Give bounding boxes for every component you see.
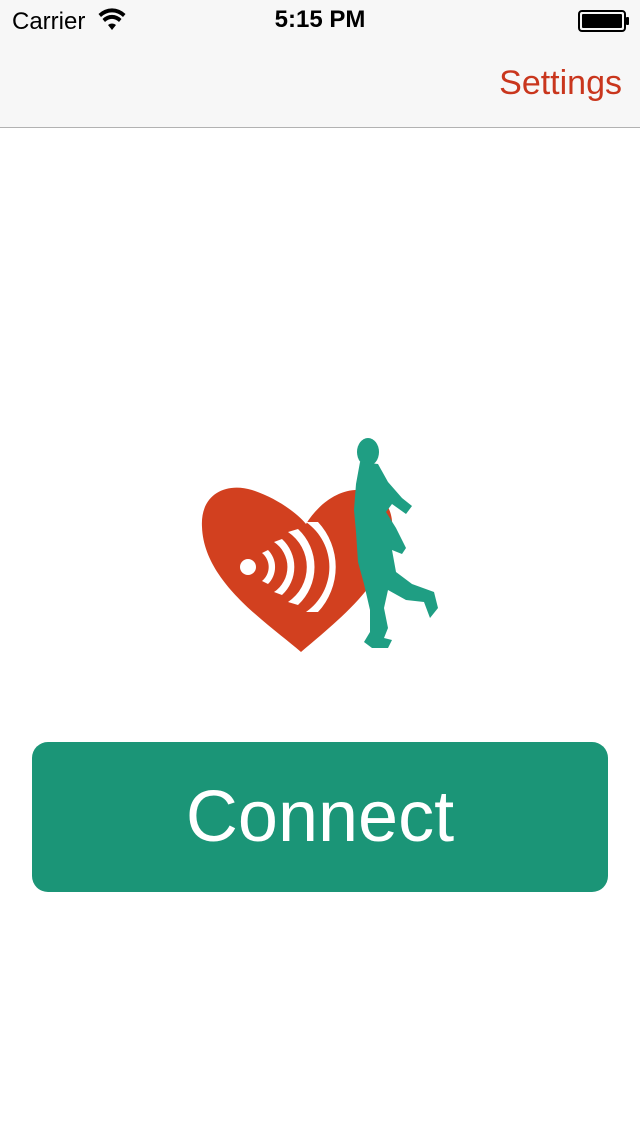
heart-runner-logo (201, 438, 438, 652)
status-time: 5:15 PM (274, 6, 366, 33)
battery-icon (578, 10, 629, 32)
connect-button[interactable]: Connect (32, 742, 608, 892)
navigation-bar: Settings (0, 40, 640, 128)
runner-silhouette (354, 438, 438, 648)
status-bar: Carrier 5:15 PM (0, 0, 640, 40)
wifi-icon (98, 8, 126, 30)
app-screen: Carrier 5:15 PM Settings Connect (0, 0, 640, 1136)
settings-button[interactable]: Settings (499, 64, 622, 103)
carrier-name: Carrier (12, 8, 86, 35)
